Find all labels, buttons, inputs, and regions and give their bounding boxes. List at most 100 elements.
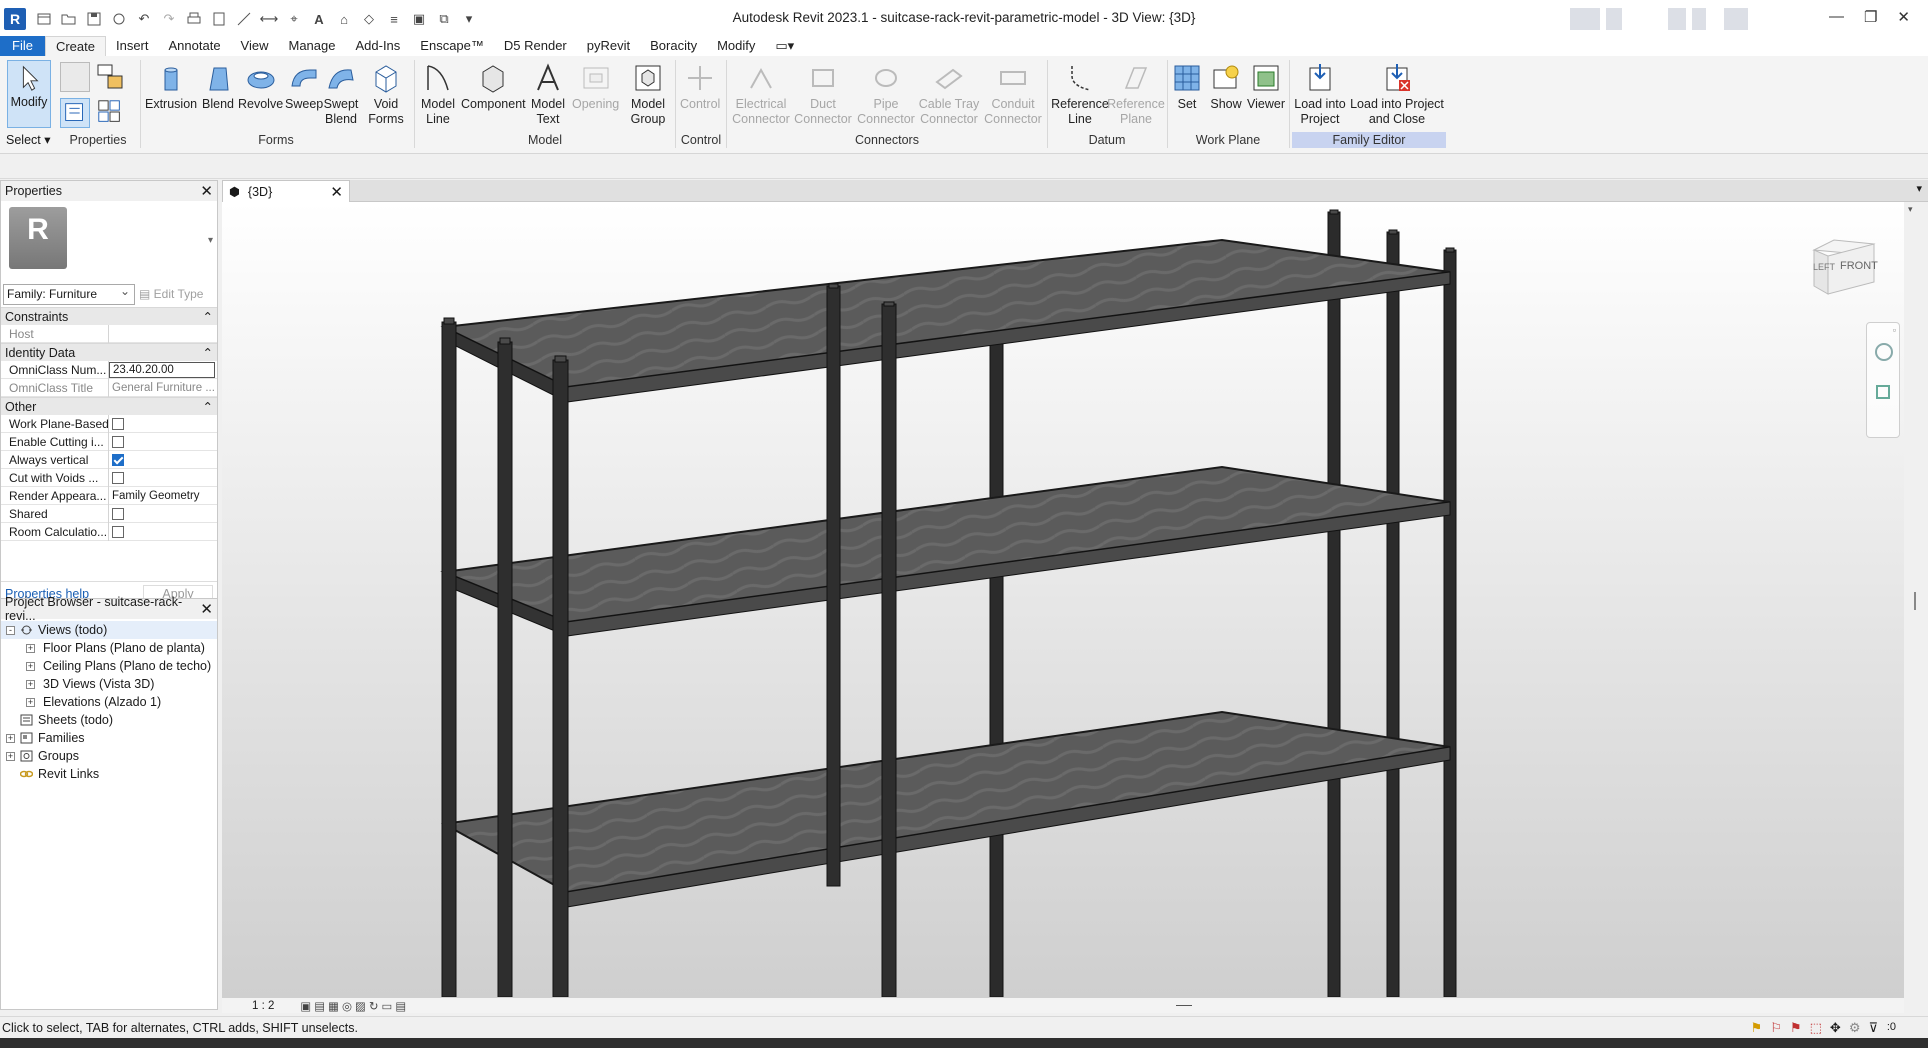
view-tab-close-icon[interactable]: ✕ [330, 183, 343, 201]
opening-button[interactable]: Opening [572, 61, 619, 112]
component-button[interactable]: Component [461, 61, 526, 112]
property-value[interactable]: 23.40.20.00 [109, 361, 215, 378]
collapse-icon[interactable]: ⌃ [203, 399, 213, 414]
select-underlay-icon[interactable]: ⚐ [1770, 1020, 1782, 1036]
property-group-header[interactable]: Identity Data ⌃ [1, 343, 217, 361]
family-types-icon[interactable] [60, 62, 90, 92]
close-hidden-icon[interactable]: ▣ [409, 9, 429, 29]
extrusion-button[interactable]: Extrusion [145, 61, 197, 112]
tab-manage[interactable]: Manage [279, 36, 346, 56]
ribbon-minimize-icon[interactable]: ▭▾ [765, 36, 804, 56]
property-value[interactable] [109, 325, 217, 343]
tag-icon[interactable]: ⌖ [284, 9, 304, 29]
duct-connector-button[interactable]: Duct Connector [794, 61, 852, 127]
horizontal-scrollbar-thumb[interactable] [1176, 1005, 1192, 1006]
family-category-icon[interactable] [96, 62, 126, 92]
navbar-close-icon[interactable]: ▫ [1893, 325, 1896, 335]
3d-viewport[interactable] [222, 202, 1904, 997]
load-into-project-button[interactable]: Load into Project [1290, 61, 1350, 127]
select-pinned-icon[interactable]: ⚑ [1790, 1020, 1802, 1036]
void-forms-button[interactable]: Void Forms [368, 61, 404, 127]
expand-node-icon[interactable]: + [26, 643, 35, 653]
property-value[interactable] [109, 505, 217, 523]
tab-d5-render[interactable]: D5 Render [494, 36, 577, 56]
shelf-rack-model[interactable] [222, 202, 1904, 997]
app-logo[interactable]: R [4, 8, 26, 30]
expand-node-icon[interactable]: + [26, 679, 35, 689]
text-icon[interactable]: A [309, 9, 329, 29]
browser-node[interactable]: + Elevations (Alzado 1) [1, 693, 217, 711]
tab-boracity[interactable]: Boracity [640, 36, 707, 56]
family-category-dropdown[interactable]: Family: Furniture [3, 282, 135, 305]
sweep-button[interactable]: Sweep [285, 61, 323, 112]
property-value[interactable] [109, 451, 217, 469]
edit-type-button[interactable]: ▤ Edit Type [139, 287, 203, 301]
steering-wheel-icon[interactable] [1875, 343, 1893, 361]
property-checkbox[interactable] [112, 471, 124, 484]
browser-node[interactable]: + Families [1, 729, 217, 747]
select-by-face-icon[interactable]: ⬚ [1810, 1020, 1822, 1036]
family-parameters-icon[interactable] [96, 98, 126, 128]
properties-toggle-icon[interactable] [60, 98, 90, 128]
property-value[interactable]: General Furniture ... [109, 379, 217, 397]
control-button[interactable]: Control [680, 61, 720, 112]
property-value[interactable] [109, 469, 217, 487]
project-browser-close-icon[interactable]: ✕ [200, 600, 213, 618]
model-group-button[interactable]: Model Group [628, 61, 668, 127]
restore-icon[interactable]: ❐ [1864, 8, 1877, 26]
electrical-connector-button[interactable]: Electrical Connector [730, 61, 792, 127]
viewcube[interactable]: LEFT FRONT [1806, 232, 1880, 302]
property-checkbox[interactable] [112, 435, 124, 448]
tab-create[interactable]: Create [44, 36, 106, 56]
viewcube-left-face[interactable]: LEFT [1813, 262, 1835, 272]
property-group-header[interactable]: Other ⌃ [1, 397, 217, 415]
set-workplane-button[interactable]: Set [1172, 61, 1202, 112]
tab-add-ins[interactable]: Add-Ins [345, 36, 410, 56]
property-value[interactable]: Family Geometry [109, 487, 217, 505]
workplane-viewer-button[interactable]: Viewer [1247, 61, 1285, 112]
tab-pyrevit[interactable]: pyRevit [577, 36, 640, 56]
browser-node[interactable]: + Ceiling Plans (Plano de techo) [1, 657, 217, 675]
tab-file[interactable]: File [0, 36, 45, 56]
show-workplane-button[interactable]: Show [1210, 61, 1242, 112]
properties-close-icon[interactable]: ✕ [200, 182, 213, 200]
cable-tray-connector-button[interactable]: Cable Tray Connector [918, 61, 980, 127]
browser-node[interactable]: - Views (todo) [1, 621, 217, 639]
revolve-button[interactable]: Revolve [238, 61, 283, 112]
select-links-icon[interactable]: ⚑ [1751, 1020, 1763, 1036]
save-icon[interactable] [84, 9, 104, 29]
zoom-region-icon[interactable] [1876, 385, 1890, 399]
browser-node[interactable]: + Groups [1, 747, 217, 765]
model-line-button[interactable]: Model Line [420, 61, 456, 127]
undo-icon[interactable]: ↶ [134, 9, 154, 29]
expand-node-icon[interactable]: + [6, 751, 15, 761]
model-text-button[interactable]: Model Text [530, 61, 566, 127]
tab-insert[interactable]: Insert [106, 36, 159, 56]
view-tab-menu-icon[interactable]: ▾ [1916, 182, 1922, 195]
property-checkbox[interactable] [112, 507, 124, 520]
browser-node[interactable]: Revit Links [1, 765, 217, 783]
conduit-connector-button[interactable]: Conduit Connector [982, 61, 1044, 127]
scroll-thumb[interactable] [1914, 592, 1916, 610]
filter-icon[interactable]: ⊽ [1868, 1020, 1878, 1036]
close-icon[interactable]: ✕ [1897, 8, 1910, 26]
collapse-node-icon[interactable]: - [6, 625, 15, 635]
measure-icon[interactable] [234, 9, 254, 29]
property-value[interactable] [109, 415, 217, 433]
expand-node-icon[interactable]: + [6, 733, 15, 743]
view-control-icons[interactable]: ▣▤▦◎▨↻▭▤ [300, 999, 409, 1013]
home-icon[interactable] [34, 9, 54, 29]
redo-icon[interactable]: ↷ [159, 9, 179, 29]
customize-qat-icon[interactable]: ▾ [459, 9, 479, 29]
tab-annotate[interactable]: Annotate [159, 36, 231, 56]
property-value[interactable] [109, 523, 217, 541]
reference-line-button[interactable]: Reference Line [1050, 61, 1110, 127]
collapse-icon[interactable]: ⌃ [203, 345, 213, 360]
browser-node[interactable]: + Floor Plans (Plano de planta) [1, 639, 217, 657]
open-icon[interactable] [59, 9, 79, 29]
vertical-scrollbar[interactable]: ▾ [1904, 202, 1928, 997]
viewcube-front-face[interactable]: FRONT [1840, 260, 1878, 272]
print-icon[interactable] [184, 9, 204, 29]
export-icon[interactable] [209, 9, 229, 29]
view-scale[interactable]: 1 : 2 [252, 1000, 274, 1012]
